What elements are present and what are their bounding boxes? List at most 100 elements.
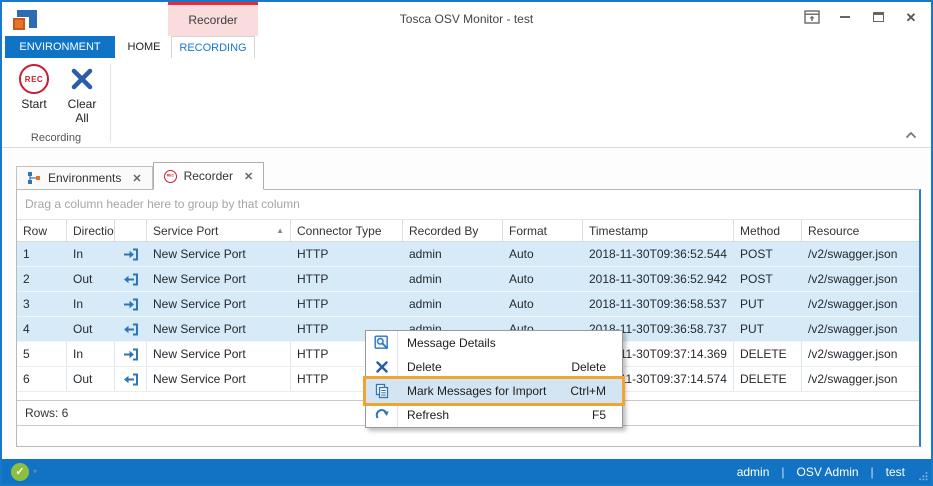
close-button[interactable]: ✕ (903, 10, 919, 24)
cell-direction: In (67, 242, 115, 266)
menu-item-delete[interactable]: Delete Delete (366, 355, 622, 379)
tab-recording[interactable]: RECORDING (171, 36, 255, 58)
tab-recording-label: RECORDING (179, 42, 246, 54)
maximize-button[interactable] (870, 10, 886, 24)
close-tab-icon[interactable]: ✕ (132, 172, 141, 185)
window-title: Tosca OSV Monitor - test (2, 12, 931, 26)
app-window: Recorder Tosca OSV Monitor - test ✕ ENVI… (0, 0, 933, 486)
cell-service-port: New Service Port (147, 317, 291, 341)
cell-service-port: New Service Port (147, 292, 291, 316)
cell-method: PUT (734, 317, 802, 341)
sort-ascending-icon: ▲ (276, 226, 284, 235)
column-header-timestamp[interactable]: Timestamp (583, 220, 734, 241)
doc-tab-recorder[interactable]: REC Recorder ✕ (153, 162, 265, 190)
cell-timestamp: 2018-11-30T09:36:52.942 (583, 267, 734, 291)
cell-row-number: 1 (17, 242, 67, 266)
clear-all-icon (60, 64, 104, 94)
resize-grip[interactable] (918, 471, 928, 481)
cell-service-port: New Service Port (147, 342, 291, 366)
start-recording-button[interactable]: REC Start (10, 62, 58, 112)
column-header-direction[interactable]: Direction (67, 220, 115, 241)
menu-item-shortcut: F5 (592, 408, 622, 422)
direction-out-icon (123, 373, 139, 386)
cell-row-number: 4 (17, 317, 67, 341)
cell-row-number: 2 (17, 267, 67, 291)
doc-tab-environments[interactable]: Environments ✕ (16, 166, 153, 190)
connection-status-button[interactable]: ✓ ▾ (11, 463, 37, 481)
menu-item-shortcut: Ctrl+M (570, 384, 622, 398)
pin-ribbon-icon (804, 10, 820, 24)
close-icon: ✕ (906, 11, 917, 24)
cell-direction-icon (115, 267, 147, 291)
menu-item-refresh[interactable]: Refresh F5 (366, 403, 622, 427)
cell-service-port: New Service Port (147, 367, 291, 391)
ribbon-group-label: Recording (2, 132, 110, 144)
doc-tab-environments-label: Environments (48, 171, 121, 185)
cell-direction: In (67, 342, 115, 366)
contextual-tab-red-strip (168, 2, 258, 5)
column-header-row[interactable]: Row (17, 220, 67, 241)
column-header-service-port[interactable]: Service Port ▲ (147, 220, 291, 241)
app-logo-icon[interactable] (13, 9, 39, 31)
column-header-format[interactable]: Format (503, 220, 583, 241)
contextual-tab-label: Recorder (168, 13, 258, 27)
window-controls: ✕ (804, 10, 919, 24)
collapse-ribbon-button[interactable] (905, 131, 917, 139)
cell-direction: Out (67, 267, 115, 291)
menu-item-label: Refresh (407, 408, 449, 422)
tab-home[interactable]: HOME (115, 36, 173, 58)
cell-direction-icon (115, 367, 147, 391)
menu-item-label: Mark Messages for Import (407, 384, 546, 398)
status-user[interactable]: admin (737, 465, 770, 479)
direction-out-icon (123, 323, 139, 336)
message-details-icon (366, 335, 397, 351)
tab-environment-label: ENVIRONMENT (19, 41, 100, 53)
document-tab-bar: Environments ✕ REC Recorder ✕ (16, 162, 264, 190)
rec-icon-text: REC (25, 75, 43, 84)
rec-icon: REC (19, 64, 49, 94)
menu-item-message-details[interactable]: Message Details (366, 331, 622, 355)
context-menu: Message Details Delete Delete Mark Messa… (365, 330, 623, 428)
table-row[interactable]: 2 Out New Service Port HTTP admin Auto 2… (17, 267, 919, 292)
environments-icon (27, 171, 41, 185)
cell-connector-type: HTTP (291, 267, 403, 291)
start-button-label: Start (10, 98, 58, 112)
cell-connector-type: HTTP (291, 292, 403, 316)
maximize-icon (873, 12, 884, 22)
column-header-recorded-by[interactable]: Recorded By (403, 220, 503, 241)
group-by-drop-zone[interactable]: Drag a column header here to group by th… (17, 190, 919, 220)
column-header-connector-type[interactable]: Connector Type (291, 220, 403, 241)
table-row[interactable]: 3 In New Service Port HTTP admin Auto 20… (17, 292, 919, 317)
status-ok-icon: ✓ (11, 463, 29, 481)
cell-direction: Out (67, 317, 115, 341)
ribbon-pin-button[interactable] (804, 10, 820, 24)
cell-format: Auto (503, 267, 583, 291)
column-header-direction-icon[interactable] (115, 220, 147, 241)
cell-timestamp: 2018-11-30T09:36:52.544 (583, 242, 734, 266)
caret-down-icon: ▾ (33, 467, 37, 476)
clear-all-button[interactable]: Clear All (60, 62, 104, 126)
cell-direction-icon (115, 242, 147, 266)
cell-resource: /v2/swagger.json (802, 242, 919, 266)
cell-timestamp: 2018-11-30T09:36:58.537 (583, 292, 734, 316)
cell-row-number: 5 (17, 342, 67, 366)
close-tab-icon[interactable]: ✕ (244, 170, 253, 183)
doc-tab-recorder-label: Recorder (184, 169, 233, 183)
table-row[interactable]: 1 In New Service Port HTTP admin Auto 20… (17, 242, 919, 267)
status-role[interactable]: OSV Admin (797, 465, 859, 479)
minimize-button[interactable] (837, 10, 853, 24)
cell-row-number: 3 (17, 292, 67, 316)
contextual-tab-group-recorder[interactable]: Recorder (168, 2, 258, 36)
menu-item-mark-messages-for-import[interactable]: Mark Messages for Import Ctrl+M (366, 379, 622, 403)
column-header-resource[interactable]: Resource (802, 220, 919, 241)
cell-resource: /v2/swagger.json (802, 342, 919, 366)
menu-item-shortcut: Delete (571, 360, 622, 374)
status-environment[interactable]: test (886, 465, 905, 479)
cell-direction-icon (115, 342, 147, 366)
column-header-method[interactable]: Method (734, 220, 802, 241)
cell-service-port: New Service Port (147, 242, 291, 266)
tab-environment[interactable]: ENVIRONMENT (5, 36, 115, 58)
cell-resource: /v2/swagger.json (802, 267, 919, 291)
cell-direction-icon (115, 292, 147, 316)
minimize-icon (840, 16, 850, 18)
